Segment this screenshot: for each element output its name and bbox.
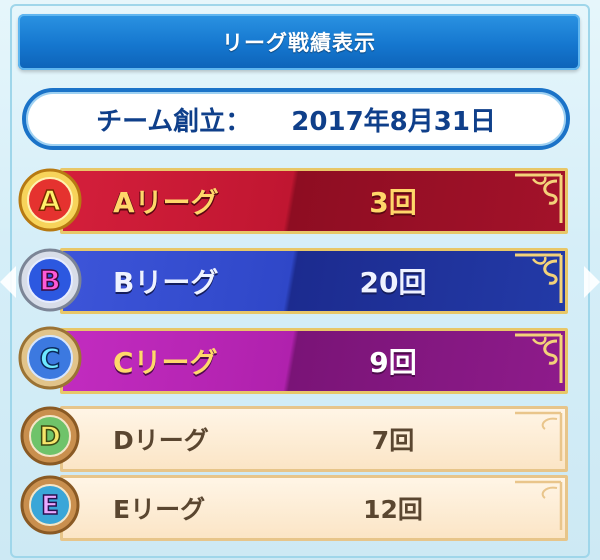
league-name: Cリーグ xyxy=(113,346,218,379)
svg-text:D: D xyxy=(39,422,61,452)
svg-text:C: C xyxy=(40,342,61,375)
league-count: 7回 xyxy=(371,426,415,455)
league-e-emblem: E xyxy=(20,475,80,535)
league-row-c: Cリーグ 9回 xyxy=(60,328,568,394)
founded-date-box: チーム創立： 2017年8月31日 xyxy=(22,88,570,150)
league-d-emblem: D xyxy=(20,406,80,466)
league-row-e: Eリーグ 12回 xyxy=(60,475,568,541)
svg-text:A: A xyxy=(39,184,61,217)
league-count: 9回 xyxy=(369,346,417,379)
league-row-d: Dリーグ 7回 xyxy=(60,406,568,472)
league-a-emblem: A xyxy=(18,168,82,232)
league-count: 20回 xyxy=(359,266,427,299)
league-name: Eリーグ xyxy=(113,495,206,524)
league-count: 3回 xyxy=(369,186,417,219)
league-c-emblem: C xyxy=(18,326,82,390)
page-title: リーグ戦績表示 xyxy=(222,31,376,55)
league-row-a: Aリーグ 3回 xyxy=(60,168,568,234)
league-row-b: Bリーグ 20回 xyxy=(60,248,568,314)
founded-label: チーム創立： xyxy=(96,106,252,137)
svg-text:E: E xyxy=(41,491,59,521)
league-b-emblem: B xyxy=(18,248,82,312)
league-count: 12回 xyxy=(363,495,423,524)
ornament-icon xyxy=(515,411,563,461)
founded-date: 2017年8月31日 xyxy=(291,106,496,137)
ornament-icon xyxy=(515,333,563,383)
league-name: Bリーグ xyxy=(113,266,219,299)
ornament-icon xyxy=(515,253,563,303)
right-arrow-icon[interactable] xyxy=(584,262,600,302)
title-bar: リーグ戦績表示 xyxy=(18,14,580,70)
ornament-icon xyxy=(515,480,563,530)
league-name: Aリーグ xyxy=(113,186,219,219)
left-arrow-icon[interactable] xyxy=(0,262,16,302)
league-name: Dリーグ xyxy=(113,426,209,455)
svg-text:B: B xyxy=(39,264,60,297)
ornament-icon xyxy=(515,173,563,223)
